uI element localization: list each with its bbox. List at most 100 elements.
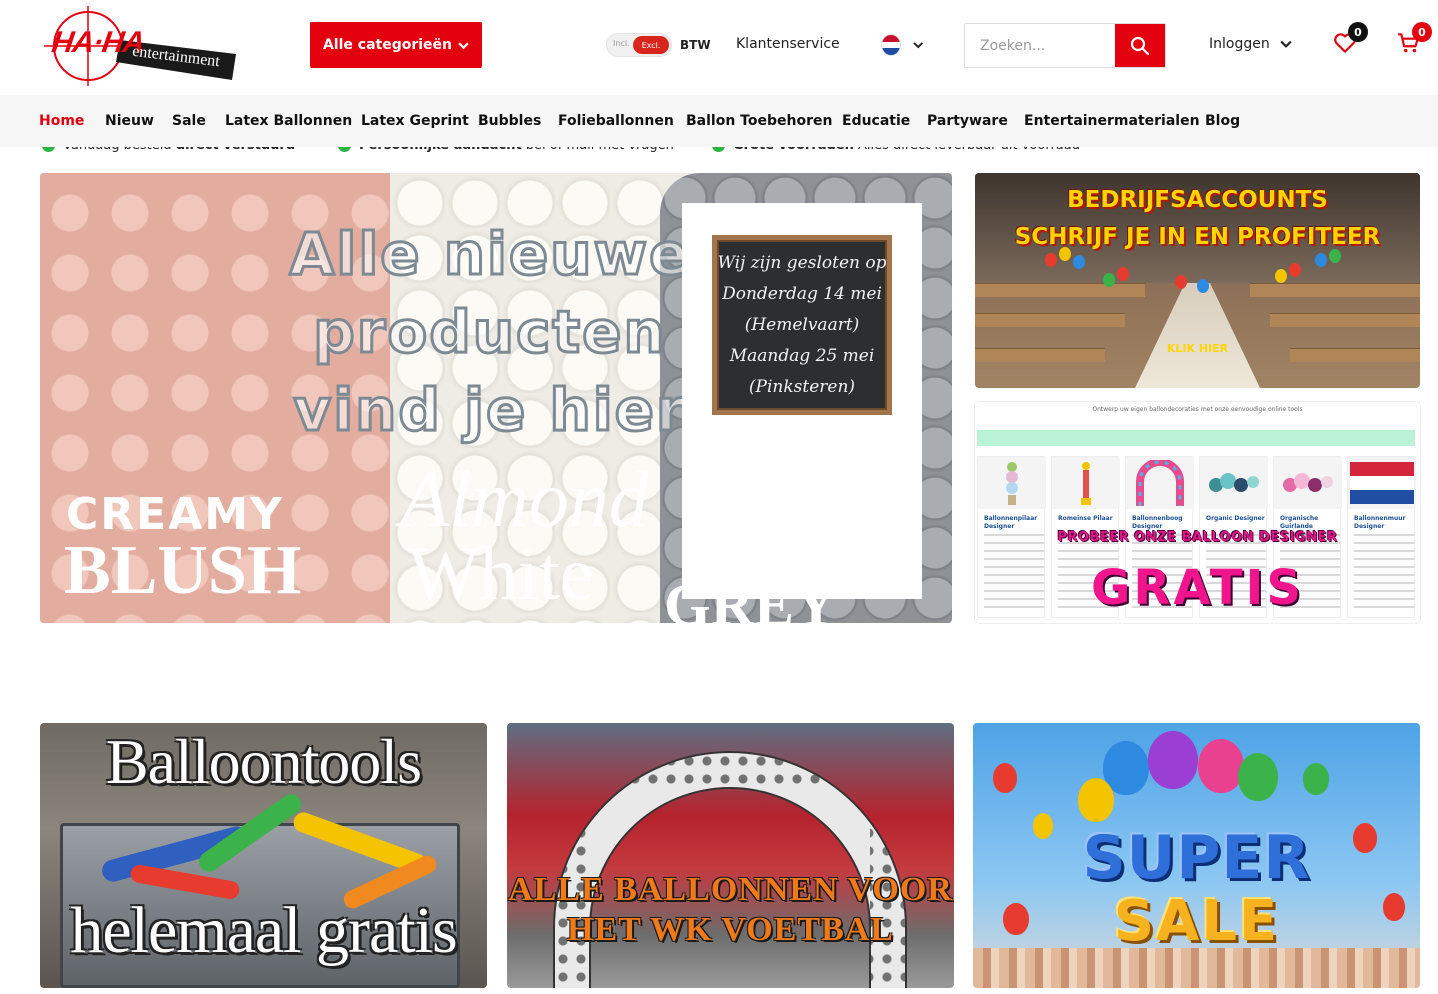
hero-headline-line: vind je hier <box>292 375 687 446</box>
search-button[interactable] <box>1115 24 1165 67</box>
notice-line: (Hemelvaart) <box>744 314 860 335</box>
business-subheadline: SCHRIJF JE IN EN PROFITEER <box>1014 224 1381 250</box>
cart-button[interactable]: 0 <box>1396 22 1432 56</box>
search-bar <box>964 23 1166 68</box>
promo-card-super-sale[interactable]: SUPER SALE <box>973 723 1420 988</box>
nav-item-partyware[interactable]: Partyware <box>927 113 1008 129</box>
nav-item-latex-geprint[interactable]: Latex Geprint <box>361 113 469 129</box>
notice-line: Wij zijn gesloten op <box>717 252 887 273</box>
box-stack <box>1250 283 1420 297</box>
chalkboard-notice: Wij zijn gesloten op Donderdag 14 mei (H… <box>712 235 892 415</box>
tool-name: Romeinse Pilaar <box>1058 515 1113 522</box>
chevron-down-icon <box>1280 40 1292 48</box>
warehouse-aisle <box>1135 283 1260 388</box>
promo-card-wk-voetbal[interactable]: ALLE BALLONNEN VOOR HET WK VOETBAL <box>507 723 954 988</box>
login-label: Inloggen <box>1209 36 1270 52</box>
balloon <box>1329 249 1341 263</box>
nav-item-folieballonnen[interactable]: Folieballonnen <box>558 113 674 129</box>
nav-item-educatie[interactable]: Educatie <box>842 113 910 129</box>
tax-incl-option[interactable]: Incl. <box>613 39 630 48</box>
tool-name: Ballonnenboog Designer <box>1132 515 1183 530</box>
balloon <box>1073 255 1085 269</box>
balloon <box>1198 739 1244 793</box>
nav-item-blog[interactable]: Blog <box>1205 113 1240 129</box>
business-accounts-banner[interactable]: BEDRIJFSACCOUNTS SCHRIJF JE IN EN PROFIT… <box>975 173 1420 388</box>
tool-preview <box>1052 457 1120 509</box>
balloon-designer-banner[interactable]: Ontwerp uw eigen ballondecoraties met on… <box>975 402 1420 623</box>
tax-label: BTW <box>680 38 711 52</box>
hero-banner-new-products[interactable]: Alle nieuwe producten vind je hier CREAM… <box>40 173 952 623</box>
garland-icon <box>1283 473 1333 492</box>
nav-item-nieuw[interactable]: Nieuw <box>105 113 154 129</box>
hero-color-white: White <box>408 532 594 616</box>
designer-free-badge: GRATIS <box>1091 560 1304 616</box>
netherlands-flag-icon <box>881 34 901 56</box>
all-categories-label: Alle categorieën <box>322 37 453 53</box>
balloon <box>1117 267 1129 281</box>
tool-name: Organische Guirlande <box>1280 515 1319 530</box>
balloon <box>1197 279 1209 293</box>
nav-item-entertainermaterialen[interactable]: Entertainermaterialen <box>1024 113 1200 129</box>
balloon-wall-icon <box>1350 462 1414 504</box>
nav-item-ballon-toebehoren[interactable]: Ballon Toebehoren <box>686 113 832 129</box>
search-input[interactable] <box>965 24 1115 67</box>
card-title: ALLE BALLONNEN VOOR <box>508 871 953 908</box>
card-title: SUPER <box>1082 823 1311 893</box>
main-navigation: Home Nieuw Sale Latex Ballonnen Latex Ge… <box>0 95 1438 147</box>
site-logo[interactable]: HA·HA entertainment <box>40 4 236 86</box>
balloon <box>1045 253 1057 267</box>
balloon <box>1238 753 1278 801</box>
garland-icon <box>1209 473 1259 492</box>
balloon <box>1275 269 1287 283</box>
cart-count-badge: 0 <box>1412 22 1432 42</box>
column-icon <box>1081 462 1091 505</box>
customer-service-link[interactable]: Klantenservice <box>736 36 840 52</box>
wishlist-count-badge: 0 <box>1348 22 1368 42</box>
hero-color-blush: BLUSH <box>64 532 302 609</box>
promo-card-balloontools[interactable]: Balloontools helemaal gratis <box>40 723 487 988</box>
nav-item-bubbles[interactable]: Bubbles <box>478 113 541 129</box>
business-headline: BEDRIJFSACCOUNTS <box>1067 187 1328 213</box>
balloon <box>1175 275 1187 289</box>
crowd-hands <box>973 948 1420 988</box>
nav-item-home[interactable]: Home <box>39 113 84 129</box>
card-title: Balloontools <box>105 726 422 797</box>
balloon <box>993 763 1017 793</box>
notice-line: Donderdag 14 mei <box>722 283 882 304</box>
card-subtitle: helemaal gratis <box>70 894 457 967</box>
box-stack <box>975 283 1145 297</box>
language-selector[interactable] <box>881 34 923 56</box>
chevron-down-icon <box>458 42 469 49</box>
box-stack <box>1270 313 1420 327</box>
tax-excl-option[interactable]: Excl. <box>633 36 669 54</box>
tool-name: Organic Designer <box>1206 515 1265 522</box>
balloon <box>1103 273 1115 287</box>
card-subtitle: HET WK VOETBAL <box>567 911 894 948</box>
tool-preview <box>1200 457 1268 509</box>
wishlist-button[interactable]: 0 <box>1332 22 1368 56</box>
arch-icon <box>1136 460 1184 506</box>
box-stack <box>975 313 1125 327</box>
tool-preview <box>1348 457 1416 509</box>
tool-preview <box>1126 457 1194 509</box>
all-categories-button[interactable]: Alle categorieën <box>310 22 482 68</box>
designer-intro: Ontwerp uw eigen ballondecoraties met on… <box>1092 406 1303 413</box>
balloon <box>1148 731 1198 789</box>
search-icon <box>1130 36 1150 55</box>
nav-item-sale[interactable]: Sale <box>172 113 206 129</box>
balloon <box>1315 253 1327 267</box>
login-menu[interactable]: Inloggen <box>1209 36 1292 52</box>
nav-item-latex-ballonnen[interactable]: Latex Ballonnen <box>225 113 352 129</box>
column-icon <box>1006 462 1018 505</box>
site-header: HA·HA entertainment Alle categorieën Inc… <box>0 0 1438 95</box>
business-cta[interactable]: KLIK HIER <box>975 342 1420 355</box>
balloon <box>1303 763 1329 795</box>
tool-name: Ballonnenmuur Designer <box>1354 515 1406 530</box>
designer-highlight-bar <box>977 430 1415 446</box>
closing-notice-popup: Wij zijn gesloten op Donderdag 14 mei (H… <box>682 203 922 599</box>
balloon <box>1289 263 1301 277</box>
tax-toggle[interactable]: Incl. Excl. <box>606 33 672 57</box>
designer-headline: PROBEER ONZE BALLOON DESIGNER <box>1057 530 1338 545</box>
hero-headline-line: Alle nieuwe <box>288 219 691 290</box>
card-subtitle: SALE <box>1113 889 1280 954</box>
